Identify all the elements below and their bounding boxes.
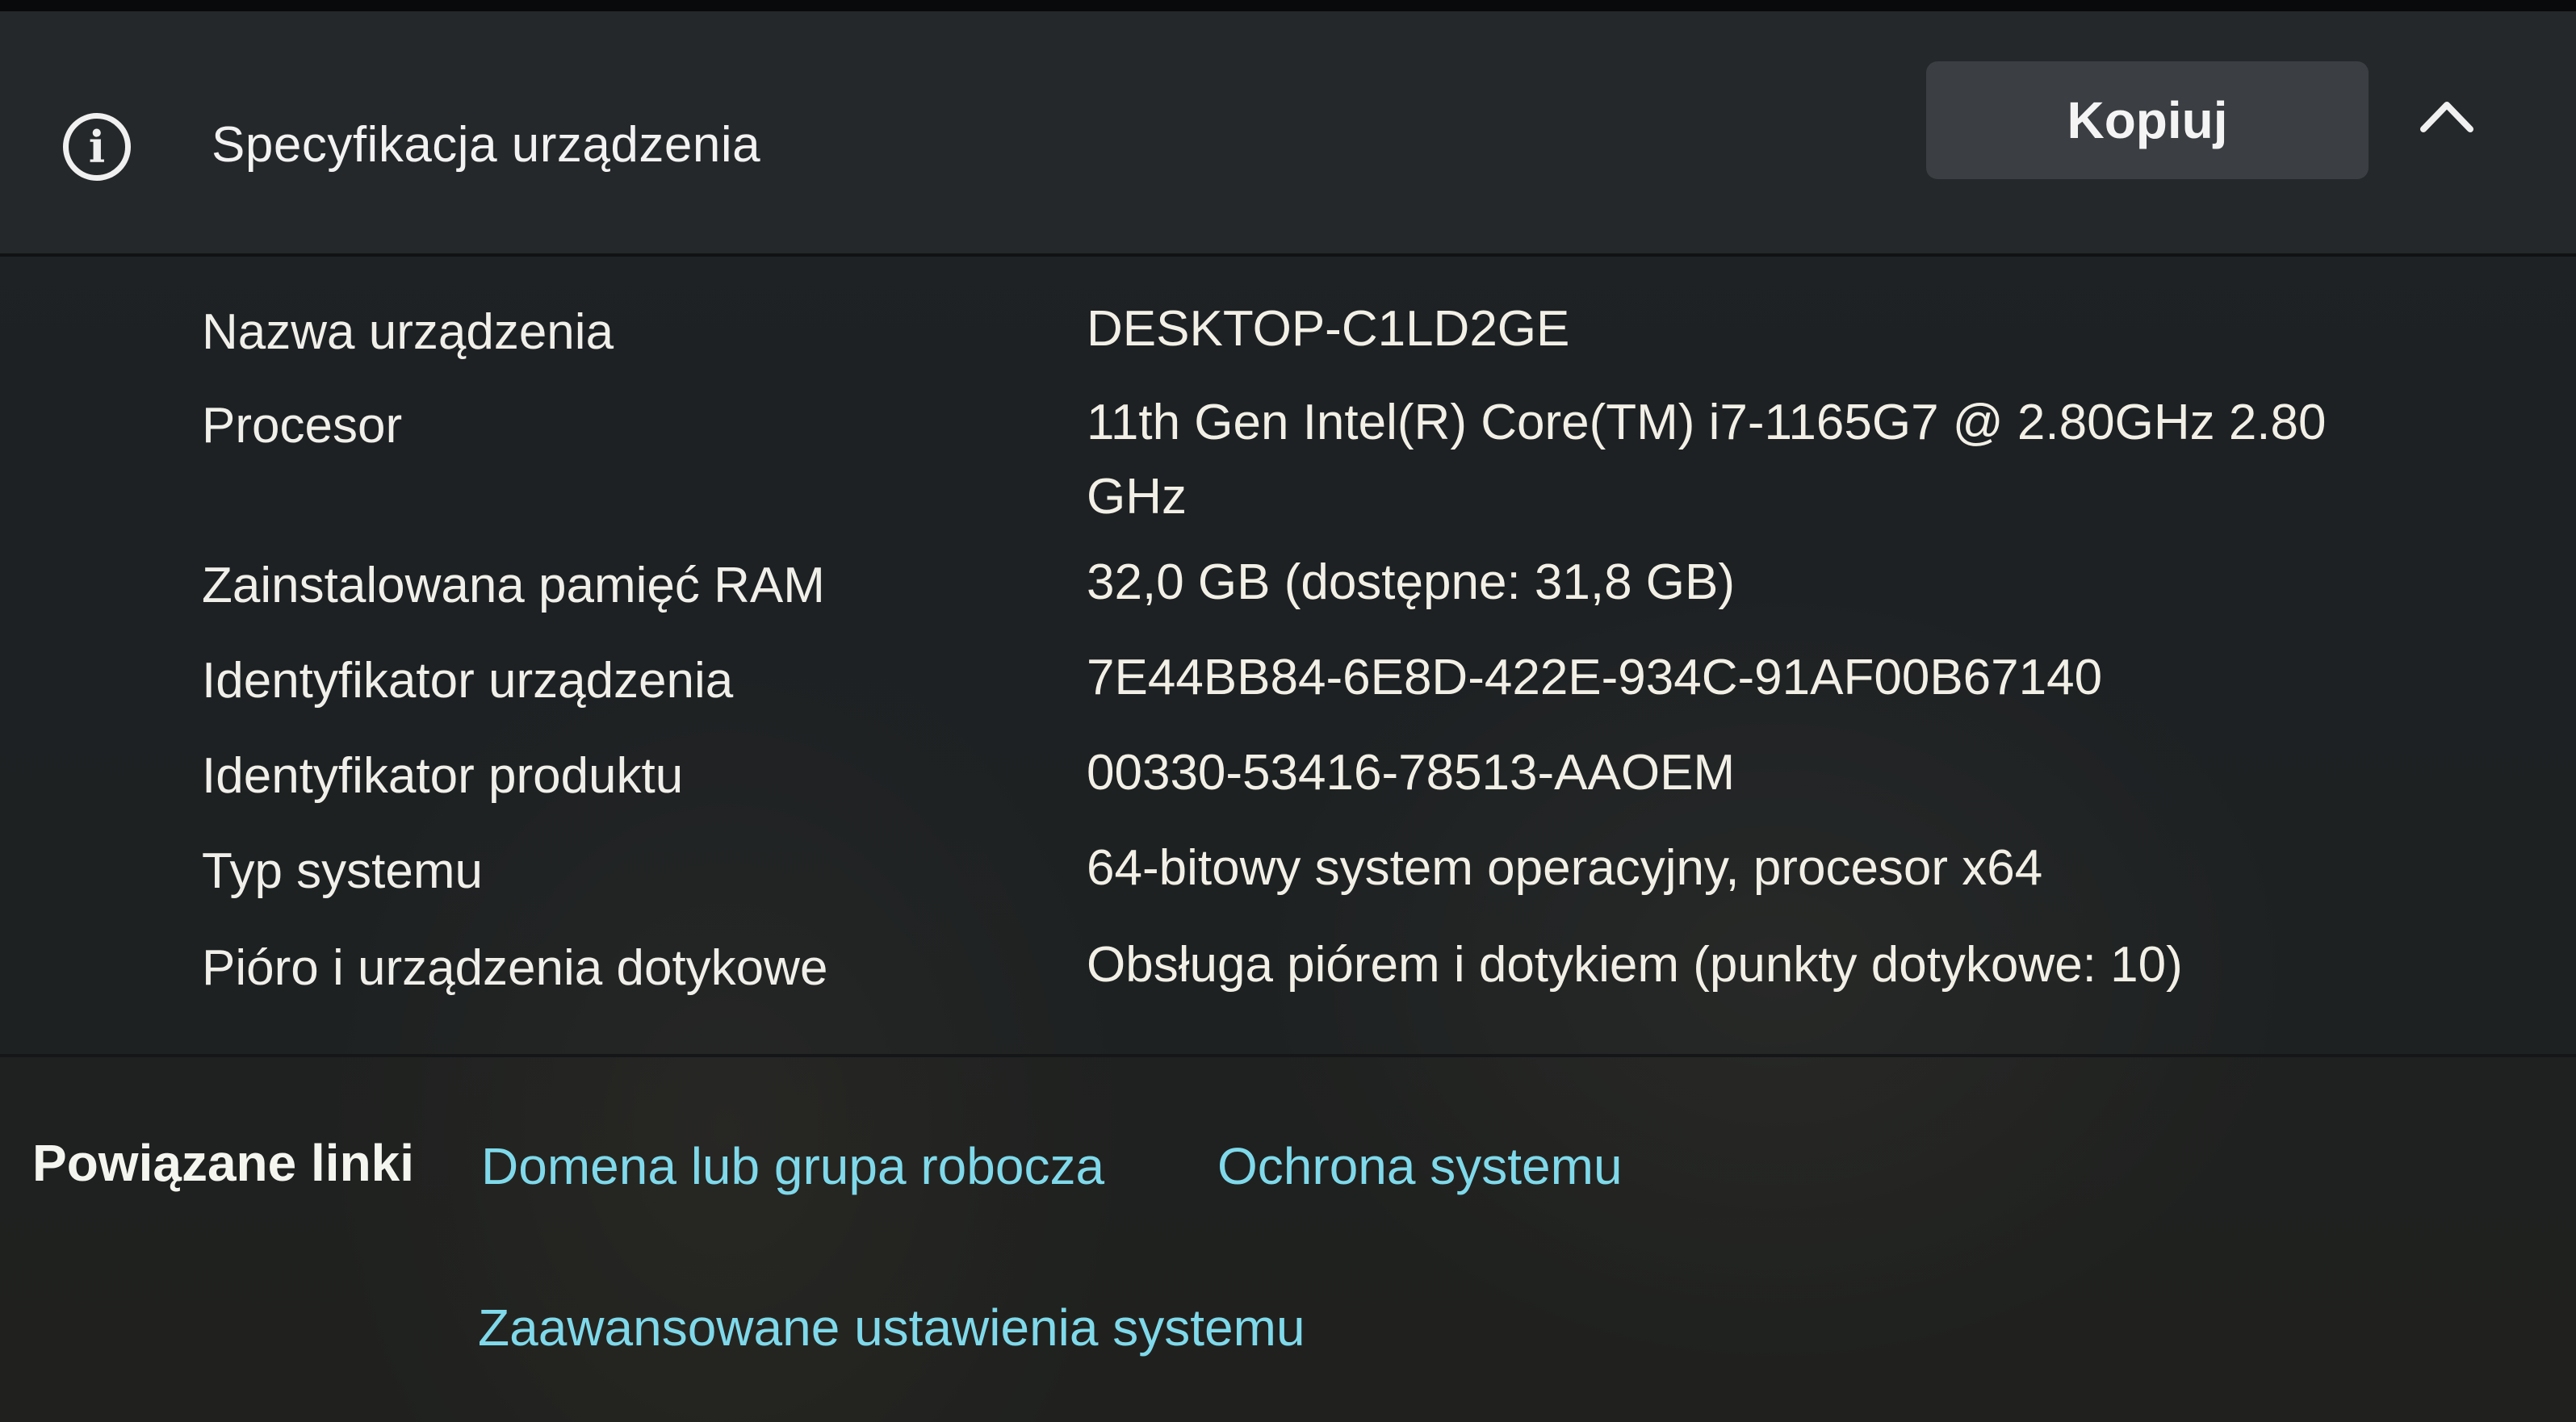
page-title: Specyfikacja urządzenia [212, 117, 761, 173]
spec-value-device-id[interactable]: 7E44BB84-6E8D-422E-934C-91AF00B67140 [1087, 641, 2411, 715]
spec-value-processor[interactable]: 11th Gen Intel(R) Core(TM) i7-1165G7 @ 2… [1087, 386, 2411, 534]
link-system-protection[interactable]: Ochrona systemu [1217, 1136, 1623, 1196]
copy-button[interactable]: Kopiuj [1926, 61, 2369, 179]
related-links-section: Powiązane linki Domena lub grupa robocza… [0, 1057, 2576, 1422]
spec-label-pen-touch: Pióro i urządzenia dotykowe [202, 940, 828, 996]
specifications-header[interactable]: i Specyfikacja urządzenia Kopiuj [0, 11, 2576, 253]
spec-label-device-name: Nazwa urządzenia [202, 304, 614, 360]
top-edge [0, 0, 2576, 11]
link-domain-workgroup[interactable]: Domena lub grupa robocza [481, 1136, 1104, 1196]
link-advanced-system-settings[interactable]: Zaawansowane ustawienia systemu [478, 1298, 1305, 1357]
spec-label-system-type: Typ systemu [202, 843, 483, 899]
spec-label-ram: Zainstalowana pamięć RAM [202, 558, 825, 613]
related-links-label: Powiązane linki [32, 1134, 415, 1192]
device-specifications-screen: i Specyfikacja urządzenia Kopiuj Nazwa u… [0, 0, 2576, 1422]
info-icon: i [63, 113, 131, 181]
spec-value-ram[interactable]: 32,0 GB (dostępne: 31,8 GB) [1087, 546, 2411, 620]
spec-value-device-name[interactable]: DESKTOP-C1LD2GE [1087, 292, 2411, 366]
spec-value-pen-touch[interactable]: Obsługa piórem i dotykiem (punkty dotyko… [1087, 928, 2411, 1002]
chevron-up-icon[interactable] [2419, 98, 2475, 134]
spec-label-processor: Procesor [202, 398, 403, 454]
spec-value-system-type[interactable]: 64-bitowy system operacyjny, procesor x6… [1087, 831, 2411, 905]
spec-label-device-id: Identyfikator urządzenia [202, 653, 734, 709]
spec-value-product-id[interactable]: 00330-53416-78513-AAOEM [1087, 736, 2411, 810]
specifications-list: Nazwa urządzenia DESKTOP-C1LD2GE Proceso… [0, 257, 2576, 1056]
spec-label-product-id: Identyfikator produktu [202, 748, 684, 804]
